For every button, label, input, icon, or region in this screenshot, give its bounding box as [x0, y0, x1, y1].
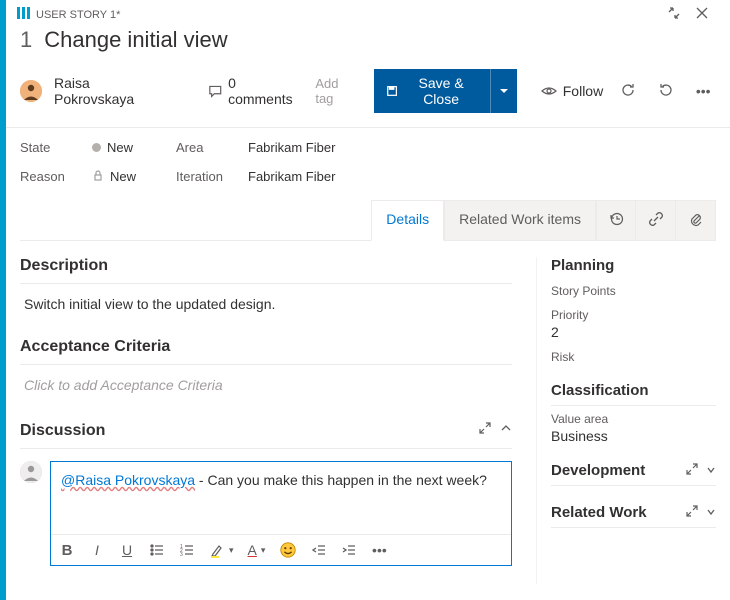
assignee-name[interactable]: Raisa Pokrovskaya [54, 75, 164, 107]
related-work-heading: Related Work [551, 504, 716, 528]
ellipsis-icon: ••• [696, 83, 711, 99]
development-collapse-button[interactable] [706, 462, 716, 479]
state-dot-icon [92, 143, 101, 152]
work-item-type-icon [16, 6, 30, 23]
text-color-icon: A [248, 542, 257, 558]
state-field[interactable]: New [92, 140, 133, 155]
planning-heading: Planning [551, 257, 716, 274]
tab-history[interactable] [596, 200, 636, 240]
discussion-expand-button[interactable] [478, 421, 492, 440]
svg-text:3: 3 [180, 552, 183, 558]
comments-count[interactable]: 0 comments [208, 75, 298, 107]
revert-button[interactable] [653, 82, 679, 101]
expand-icon [686, 505, 698, 517]
commenter-avatar [20, 461, 42, 483]
outdent-icon [311, 542, 327, 558]
format-underline-button[interactable]: U [119, 542, 135, 558]
refresh-icon [620, 82, 636, 98]
development-expand-button[interactable] [686, 462, 698, 479]
more-actions-button[interactable]: ••• [690, 83, 716, 99]
chevron-down-icon: ▾ [261, 545, 266, 556]
description-text[interactable]: Switch initial view to the updated desig… [20, 296, 512, 312]
format-numbered-list-button[interactable]: 123 [179, 542, 195, 558]
format-bulleted-list-button[interactable] [149, 542, 165, 558]
state-label: State [20, 140, 72, 155]
save-icon [386, 84, 398, 98]
tab-links[interactable] [636, 200, 676, 240]
tab-details[interactable]: Details [371, 200, 444, 241]
tab-attachments[interactable] [676, 200, 716, 240]
chevron-down-icon: ▾ [229, 545, 234, 556]
history-icon [608, 211, 624, 227]
indent-icon [341, 542, 357, 558]
lock-icon [92, 169, 104, 184]
format-indent-button[interactable] [341, 542, 357, 558]
related-collapse-button[interactable] [706, 504, 716, 521]
acceptance-criteria-heading: Acceptance Criteria [20, 338, 512, 356]
tab-related-work-items[interactable]: Related Work items [444, 200, 596, 240]
highlight-icon [209, 542, 225, 558]
classification-heading: Classification [551, 382, 716, 406]
work-item-breadcrumb: USER STORY 1* [36, 9, 660, 21]
chevron-up-icon [500, 422, 512, 434]
discussion-mention[interactable]: @Raisa Pokrovskaya [61, 472, 195, 488]
close-button[interactable] [688, 6, 716, 23]
undo-icon [658, 82, 674, 98]
add-tag-button[interactable]: Add tag [309, 72, 362, 110]
acceptance-criteria-placeholder[interactable]: Click to add Acceptance Criteria [20, 377, 512, 393]
chevron-down-icon [706, 507, 716, 517]
discussion-collapse-button[interactable] [500, 421, 512, 440]
expand-icon [686, 463, 698, 475]
link-icon [648, 211, 664, 227]
save-dropdown-button[interactable] [490, 69, 517, 113]
chevron-down-icon [706, 465, 716, 475]
attachment-icon [688, 211, 704, 227]
format-bold-button[interactable]: B [59, 542, 75, 559]
emoji-button[interactable] [279, 541, 297, 559]
ellipsis-icon: ••• [372, 542, 387, 558]
work-item-id: 1 [20, 27, 32, 53]
format-text-color-button[interactable]: A ▾ [248, 542, 266, 558]
reason-label: Reason [20, 169, 72, 184]
follow-button[interactable]: Follow [541, 83, 603, 99]
format-more-button[interactable]: ••• [371, 542, 387, 558]
work-item-title[interactable]: Change initial view [44, 27, 227, 53]
iteration-field[interactable]: Fabrikam Fiber [248, 169, 335, 184]
expand-icon [478, 421, 492, 435]
save-and-close-button[interactable]: Save & Close [374, 69, 489, 113]
reason-field[interactable]: New [92, 169, 136, 184]
value-area-field[interactable]: Business [551, 428, 716, 444]
format-italic-button[interactable]: I [89, 542, 105, 558]
assignee-avatar[interactable] [20, 80, 42, 102]
format-outdent-button[interactable] [311, 542, 327, 558]
bulleted-list-icon [149, 542, 165, 558]
chevron-down-icon [499, 86, 509, 96]
priority-label: Priority [551, 308, 716, 322]
refresh-button[interactable] [615, 82, 641, 101]
discussion-heading: Discussion [20, 421, 512, 440]
area-field[interactable]: Fabrikam Fiber [248, 140, 335, 155]
numbered-list-icon: 123 [179, 542, 195, 558]
eye-icon [541, 83, 557, 99]
story-points-label: Story Points [551, 284, 716, 298]
format-highlight-button[interactable]: ▾ [209, 542, 234, 558]
development-heading: Development [551, 462, 716, 486]
area-label: Area [176, 140, 228, 155]
discussion-text-area[interactable]: @Raisa Pokrovskaya - Can you make this h… [51, 462, 511, 534]
collapse-button[interactable] [660, 6, 688, 23]
discussion-editor[interactable]: @Raisa Pokrovskaya - Can you make this h… [50, 461, 512, 566]
related-expand-button[interactable] [686, 504, 698, 521]
description-heading: Description [20, 257, 512, 275]
risk-label: Risk [551, 350, 716, 364]
comment-icon [208, 83, 223, 99]
value-area-label: Value area [551, 412, 716, 426]
emoji-icon [279, 541, 297, 559]
priority-field[interactable]: 2 [551, 324, 716, 340]
iteration-label: Iteration [176, 169, 228, 184]
